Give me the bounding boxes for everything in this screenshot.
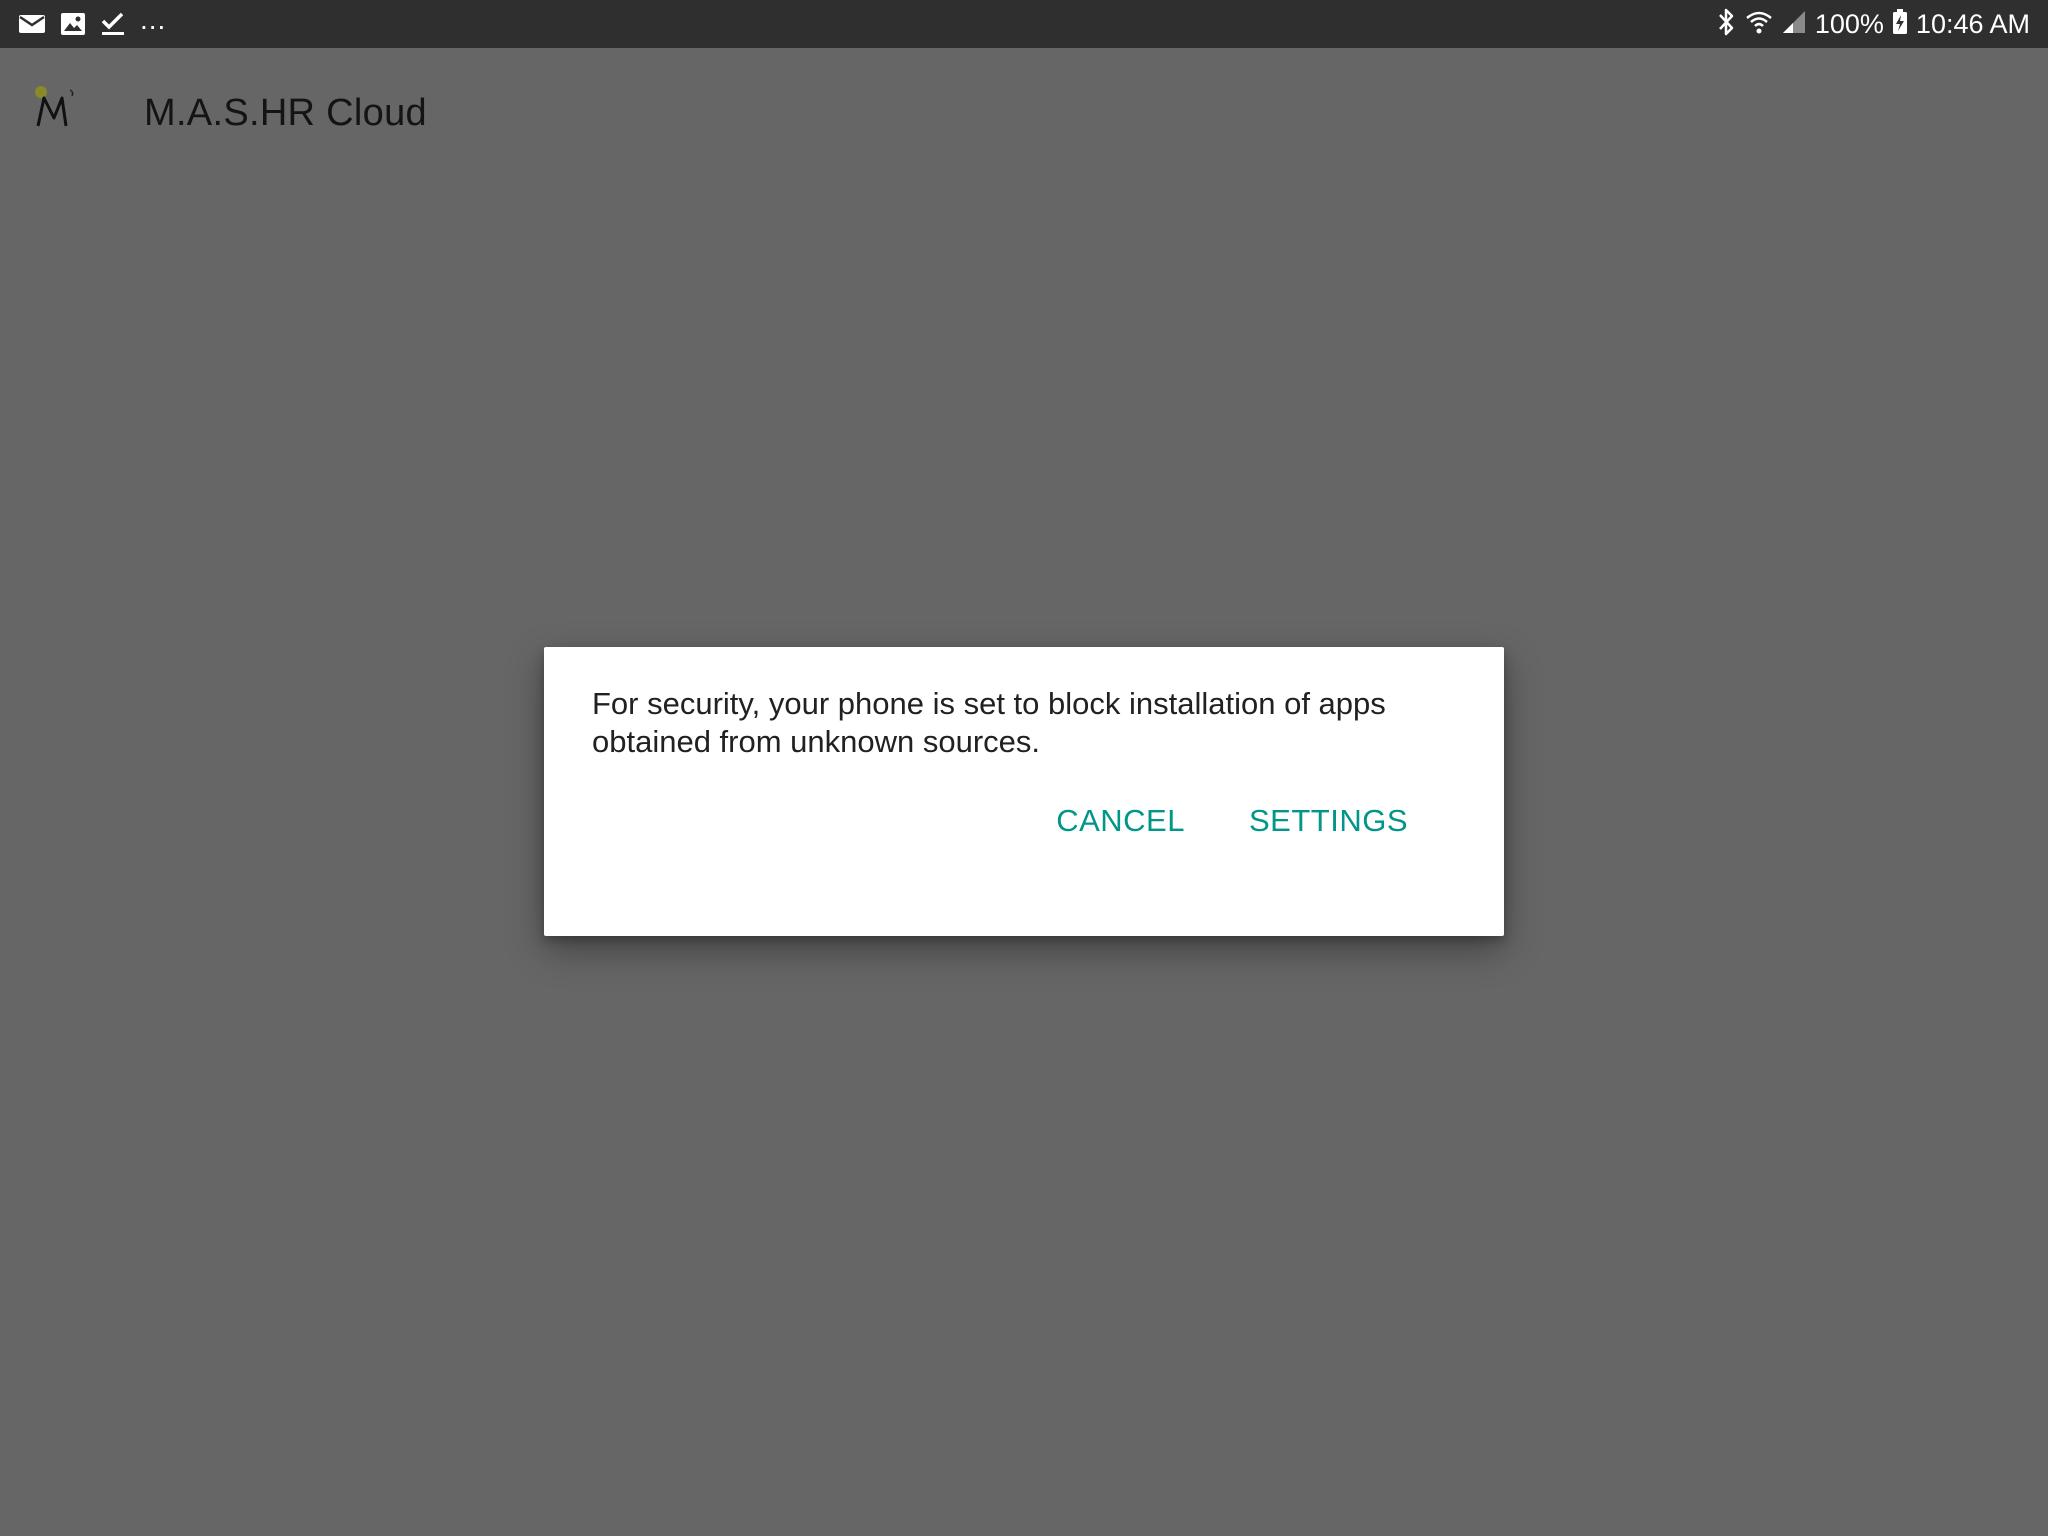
status-bar: ... 100% 10:46 AM xyxy=(0,0,2048,48)
unknown-sources-dialog: For security, your phone is set to block… xyxy=(544,647,1504,936)
clock: 10:46 AM xyxy=(1915,9,2030,39)
app-logo-icon xyxy=(30,84,80,134)
mail-icon xyxy=(18,13,46,35)
bluetooth-icon xyxy=(1717,7,1737,42)
notification-icons: ... xyxy=(18,0,166,48)
gallery-icon xyxy=(60,12,86,36)
wifi-icon xyxy=(1745,8,1773,41)
cell-signal-icon xyxy=(1781,9,1807,40)
battery-percentage: 100% xyxy=(1814,9,1884,39)
battery-charging-icon xyxy=(1892,8,1908,40)
overflow-indicator: ... xyxy=(140,4,167,35)
dialog-message: For security, your phone is set to block… xyxy=(592,686,1386,759)
dialog-actions: CANCEL SETTINGS xyxy=(1056,799,1408,843)
system-indicators: 100% 10:46 AM xyxy=(1717,0,2030,48)
settings-button[interactable]: SETTINGS xyxy=(1249,799,1408,843)
checkmark-icon xyxy=(100,11,126,37)
app-bar: M.A.S.HR Cloud xyxy=(0,48,2048,182)
app-title: M.A.S.HR Cloud xyxy=(144,92,427,134)
cancel-button[interactable]: CANCEL xyxy=(1056,799,1185,843)
